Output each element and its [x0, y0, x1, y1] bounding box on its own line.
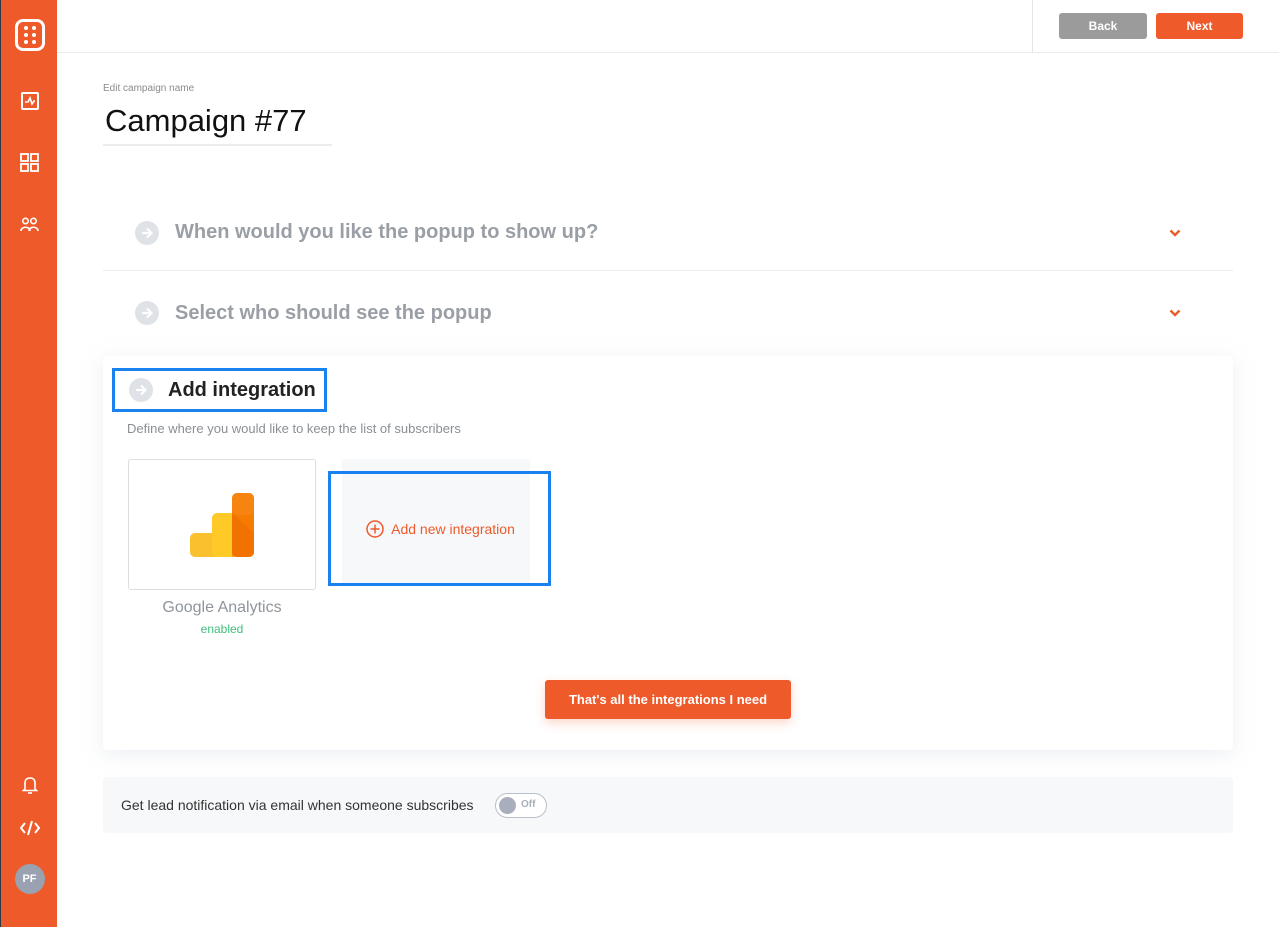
bell-icon[interactable] — [1, 774, 58, 796]
avatar[interactable]: PF — [14, 864, 45, 894]
topbar-divider — [1032, 0, 1033, 53]
arrow-right-circle-icon — [129, 378, 153, 402]
sidebar: PF — [0, 0, 57, 927]
section-audience[interactable]: Select who should see the popup — [103, 278, 1233, 348]
section-title: Select who should see the popup — [175, 301, 492, 324]
lead-notification-toggle[interactable]: Off — [495, 793, 547, 818]
campaign-name-input[interactable] — [103, 98, 332, 146]
integration-name: Google Analytics — [162, 599, 282, 616]
add-new-integration-button[interactable]: Add new integration — [328, 471, 551, 586]
toggle-knob — [499, 797, 516, 814]
integration-card: Add integration Define where you would l… — [103, 356, 1233, 750]
integration-status-badge: enabled — [200, 622, 244, 636]
campaign-name-label: Edit campaign name — [103, 83, 195, 94]
code-icon[interactable] — [1, 817, 58, 839]
avatar-wrapper[interactable]: PF — [1, 864, 58, 894]
section-when-to-show[interactable]: When would you like the popup to show up… — [103, 195, 1233, 271]
arrow-right-circle-icon — [135, 301, 159, 325]
done-integrations-button[interactable]: That's all the integrations I need — [545, 680, 791, 719]
lead-notification-label: Get lead notification via email when som… — [121, 797, 474, 813]
toggle-state-label: Off — [521, 799, 536, 810]
chevron-down-icon[interactable] — [1169, 304, 1181, 322]
integration-title: Add integration — [168, 378, 316, 401]
plus-circle-icon — [366, 519, 384, 538]
chevron-down-icon[interactable] — [1169, 224, 1181, 242]
integration-tile-google-analytics[interactable] — [128, 459, 316, 590]
activity-icon[interactable] — [1, 90, 58, 112]
dashboard-grid-icon[interactable] — [1, 151, 58, 173]
back-button[interactable]: Back — [1059, 13, 1147, 39]
app-logo-icon[interactable] — [1, 18, 58, 52]
section-title: When would you like the popup to show up… — [175, 221, 599, 243]
lead-notification-bar: Get lead notification via email when som… — [103, 777, 1233, 833]
integration-description: Define where you would like to keep the … — [127, 421, 461, 436]
arrow-right-circle-icon — [135, 220, 159, 245]
next-button[interactable]: Next — [1156, 13, 1243, 39]
users-icon[interactable] — [1, 213, 58, 235]
google-analytics-icon — [190, 492, 254, 557]
add-new-integration-label: Add new integration — [391, 520, 515, 537]
integration-section-header[interactable]: Add integration — [112, 368, 327, 412]
